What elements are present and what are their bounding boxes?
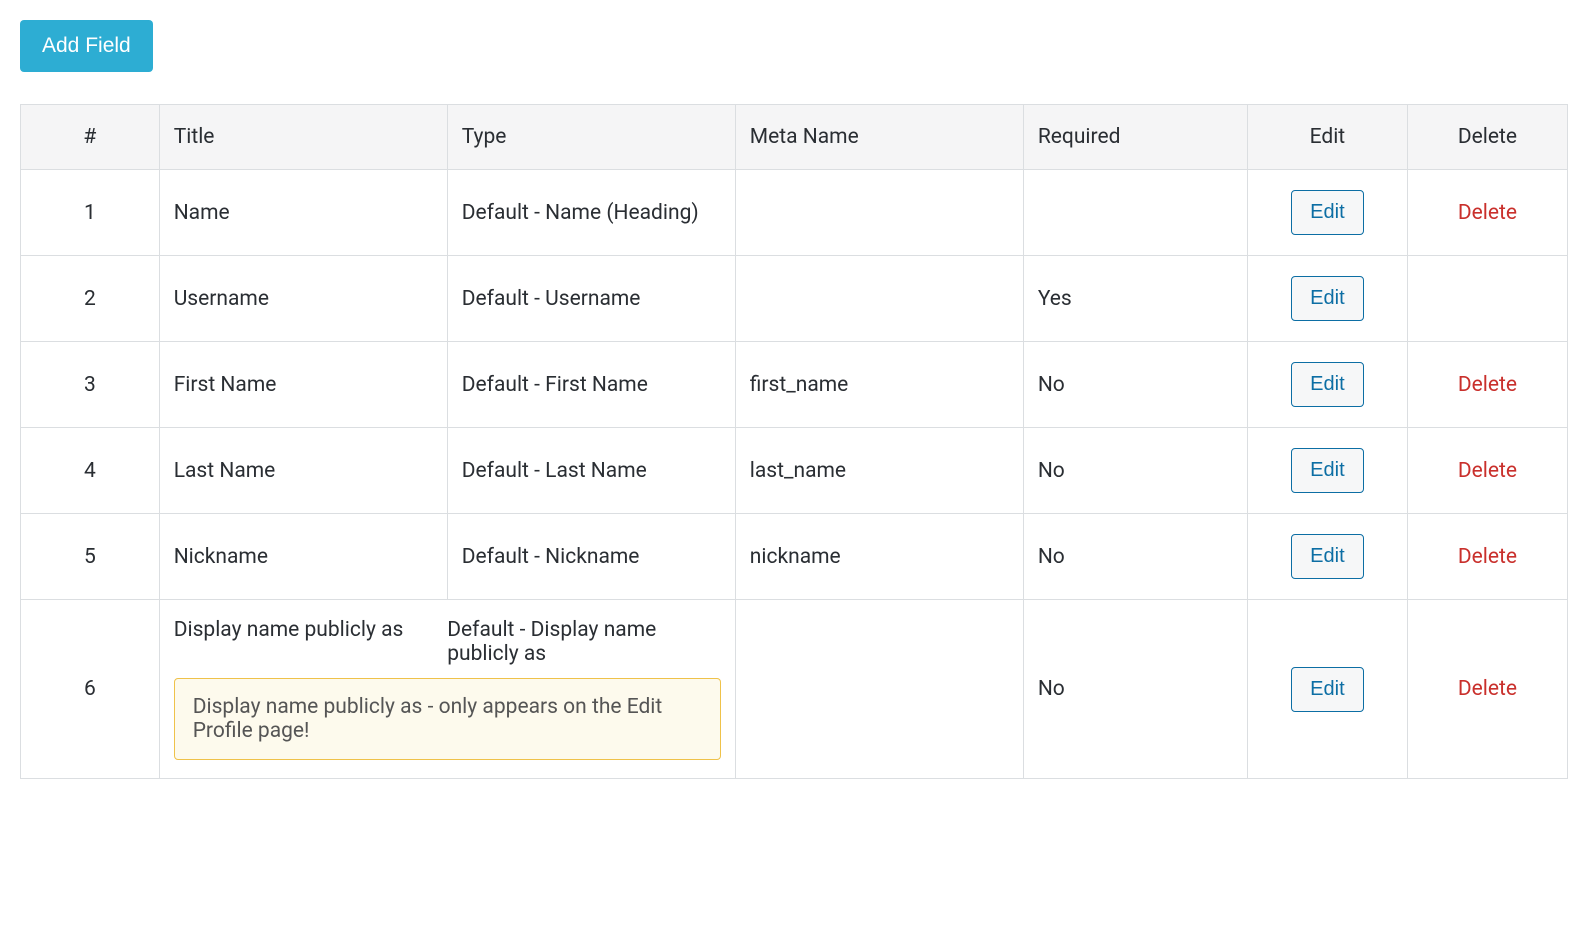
header-meta-name: Meta Name <box>735 105 1023 170</box>
row-type: Default - Name (Heading) <box>447 170 735 256</box>
row-meta-name <box>735 256 1023 342</box>
row-num: 6 <box>21 600 160 779</box>
row-required <box>1023 170 1247 256</box>
edit-button[interactable]: Edit <box>1291 362 1363 407</box>
table-row: 4Last NameDefault - Last Namelast_nameNo… <box>21 428 1568 514</box>
row-num: 1 <box>21 170 160 256</box>
row-delete-cell <box>1407 256 1567 342</box>
row-type: Default - Nickname <box>447 514 735 600</box>
row-num: 2 <box>21 256 160 342</box>
row-delete-cell: Delete <box>1407 428 1567 514</box>
row-edit-cell: Edit <box>1247 428 1407 514</box>
row-num: 4 <box>21 428 160 514</box>
table-row: 2UsernameDefault - Username Yes Edit <box>21 256 1568 342</box>
table-header-row: # Title Type Meta Name Required Edit Del… <box>21 105 1568 170</box>
row-delete-cell: Delete <box>1407 170 1567 256</box>
table-row: 6Display name publicly asDefault - Displ… <box>21 600 1568 779</box>
table-row: 5NicknameDefault - NicknamenicknameNo Edi… <box>21 514 1568 600</box>
row-meta-name: first_name <box>735 342 1023 428</box>
row-title: First Name <box>159 342 447 428</box>
row-meta-name <box>735 170 1023 256</box>
row-type: Default - First Name <box>447 342 735 428</box>
row-notice: Display name publicly as - only appears … <box>174 678 721 760</box>
header-delete: Delete <box>1407 105 1567 170</box>
delete-link[interactable]: Delete <box>1458 201 1517 225</box>
row-required: No <box>1023 514 1247 600</box>
header-title: Title <box>159 105 447 170</box>
edit-button[interactable]: Edit <box>1291 667 1363 712</box>
row-num: 5 <box>21 514 160 600</box>
row-delete-cell: Delete <box>1407 600 1567 779</box>
row-type: Default - Last Name <box>447 428 735 514</box>
row-required: Yes <box>1023 256 1247 342</box>
row-title: Last Name <box>159 428 447 514</box>
header-required: Required <box>1023 105 1247 170</box>
add-field-button[interactable]: Add Field <box>20 20 153 72</box>
row-delete-cell: Delete <box>1407 514 1567 600</box>
edit-button[interactable]: Edit <box>1291 276 1363 321</box>
row-title-type-merged: Display name publicly asDefault - Displa… <box>159 600 735 779</box>
row-title: Username <box>159 256 447 342</box>
row-required: No <box>1023 600 1247 779</box>
delete-link[interactable]: Delete <box>1458 373 1517 397</box>
row-type: Default - Display name publicly as <box>447 618 721 666</box>
table-row: 1NameDefault - Name (Heading) Edit Delete <box>21 170 1568 256</box>
edit-button[interactable]: Edit <box>1291 534 1363 579</box>
row-edit-cell: Edit <box>1247 600 1407 779</box>
row-type: Default - Username <box>447 256 735 342</box>
row-meta-name: last_name <box>735 428 1023 514</box>
header-type: Type <box>447 105 735 170</box>
edit-button[interactable]: Edit <box>1291 190 1363 235</box>
row-required: No <box>1023 342 1247 428</box>
row-title: Name <box>159 170 447 256</box>
delete-link[interactable]: Delete <box>1458 677 1517 701</box>
row-num: 3 <box>21 342 160 428</box>
fields-table: # Title Type Meta Name Required Edit Del… <box>20 104 1568 779</box>
row-edit-cell: Edit <box>1247 170 1407 256</box>
edit-button[interactable]: Edit <box>1291 448 1363 493</box>
table-row: 3First NameDefault - First Namefirst_nam… <box>21 342 1568 428</box>
row-meta-name: nickname <box>735 514 1023 600</box>
row-required: No <box>1023 428 1247 514</box>
row-title: Display name publicly as <box>174 618 448 666</box>
row-delete-cell: Delete <box>1407 342 1567 428</box>
header-num: # <box>21 105 160 170</box>
row-edit-cell: Edit <box>1247 514 1407 600</box>
row-edit-cell: Edit <box>1247 256 1407 342</box>
row-edit-cell: Edit <box>1247 342 1407 428</box>
header-edit: Edit <box>1247 105 1407 170</box>
delete-link[interactable]: Delete <box>1458 545 1517 569</box>
delete-link[interactable]: Delete <box>1458 459 1517 483</box>
row-title: Nickname <box>159 514 447 600</box>
row-meta-name <box>735 600 1023 779</box>
